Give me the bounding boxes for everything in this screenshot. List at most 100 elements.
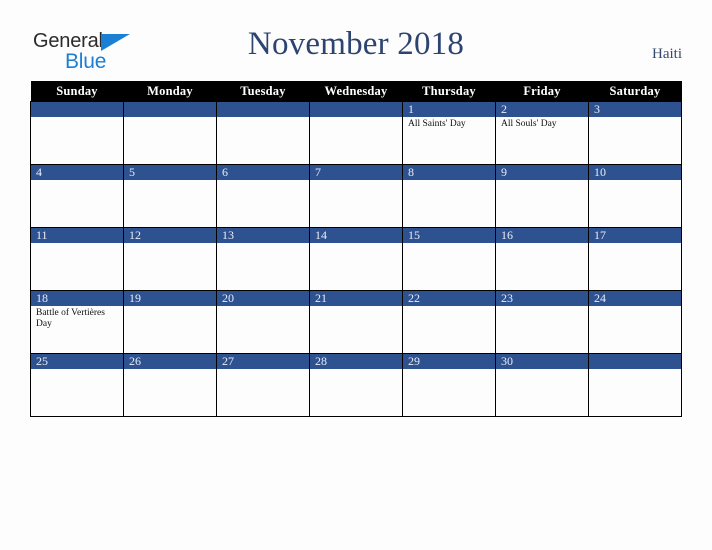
weekday-header-wednesday: Wednesday <box>309 81 403 102</box>
day-number <box>124 102 216 117</box>
month-calendar-grid: Sunday Monday Tuesday Wednesday Thursday… <box>30 81 682 417</box>
calendar-day-cell[interactable]: 29 <box>402 353 496 417</box>
day-number: 24 <box>589 291 681 306</box>
calendar-day-cell[interactable]: 16 <box>495 227 589 291</box>
day-event <box>124 306 216 353</box>
calendar-day-cell[interactable]: 30 <box>495 353 589 417</box>
day-event <box>31 117 123 164</box>
day-event <box>217 117 309 164</box>
day-number <box>310 102 402 117</box>
day-number: 5 <box>124 165 216 180</box>
day-number: 19 <box>124 291 216 306</box>
calendar-day-cell[interactable]: 8 <box>402 164 496 228</box>
day-number: 23 <box>496 291 588 306</box>
day-number: 14 <box>310 228 402 243</box>
weekday-header-saturday: Saturday <box>588 81 682 102</box>
day-event <box>310 369 402 416</box>
calendar-day-cell[interactable]: 22 <box>402 290 496 354</box>
day-number: 18 <box>31 291 123 306</box>
calendar-week-row: 1 All Saints' Day 2 All Souls' Day 3 <box>30 101 682 165</box>
calendar-page: General Blue November 2018 Haiti Sunday … <box>0 0 712 550</box>
day-event <box>496 306 588 353</box>
day-event <box>496 243 588 290</box>
calendar-day-cell[interactable]: 25 <box>30 353 124 417</box>
day-number: 12 <box>124 228 216 243</box>
calendar-day-cell[interactable]: 26 <box>123 353 217 417</box>
page-header: General Blue November 2018 Haiti <box>0 0 712 80</box>
calendar-day-cell[interactable] <box>216 101 310 165</box>
calendar-day-cell[interactable]: 4 <box>30 164 124 228</box>
day-event <box>217 180 309 227</box>
day-event <box>589 306 681 353</box>
calendar-day-cell[interactable]: 18 Battle of Vertières Day <box>30 290 124 354</box>
calendar-day-cell[interactable]: 6 <box>216 164 310 228</box>
weekday-header-friday: Friday <box>495 81 589 102</box>
day-number: 10 <box>589 165 681 180</box>
calendar-day-cell[interactable]: 28 <box>309 353 403 417</box>
day-number: 15 <box>403 228 495 243</box>
day-number: 30 <box>496 354 588 369</box>
day-event <box>589 369 681 416</box>
day-event: All Souls' Day <box>501 119 557 129</box>
day-event <box>496 180 588 227</box>
calendar-day-cell[interactable]: 13 <box>216 227 310 291</box>
calendar-day-cell[interactable]: 1 All Saints' Day <box>402 101 496 165</box>
day-number: 27 <box>217 354 309 369</box>
day-event <box>310 243 402 290</box>
day-event <box>310 306 402 353</box>
day-number: 26 <box>124 354 216 369</box>
day-number <box>31 102 123 117</box>
day-event <box>124 180 216 227</box>
day-number: 1 <box>403 102 495 117</box>
calendar-day-cell[interactable]: 7 <box>309 164 403 228</box>
calendar-day-cell[interactable] <box>123 101 217 165</box>
day-number <box>217 102 309 117</box>
country-label: Haiti <box>652 46 682 62</box>
day-number: 9 <box>496 165 588 180</box>
calendar-day-cell[interactable]: 21 <box>309 290 403 354</box>
calendar-day-cell[interactable]: 23 <box>495 290 589 354</box>
calendar-day-cell[interactable]: 20 <box>216 290 310 354</box>
day-number <box>589 354 681 369</box>
day-event <box>31 243 123 290</box>
day-event <box>124 243 216 290</box>
calendar-day-cell[interactable]: 11 <box>30 227 124 291</box>
calendar-day-cell[interactable]: 15 <box>402 227 496 291</box>
weekday-header-sunday: Sunday <box>30 81 124 102</box>
calendar-body: 1 All Saints' Day 2 All Souls' Day 3 4 5 6… <box>30 101 682 417</box>
day-number: 28 <box>310 354 402 369</box>
day-number: 6 <box>217 165 309 180</box>
calendar-day-cell[interactable]: 19 <box>123 290 217 354</box>
day-event <box>31 180 123 227</box>
calendar-day-cell[interactable] <box>309 101 403 165</box>
day-number: 7 <box>310 165 402 180</box>
calendar-day-cell[interactable]: 2 All Souls' Day <box>495 101 589 165</box>
calendar-day-cell[interactable]: 3 <box>588 101 682 165</box>
calendar-day-cell[interactable] <box>588 353 682 417</box>
calendar-day-cell[interactable] <box>30 101 124 165</box>
calendar-day-cell[interactable]: 10 <box>588 164 682 228</box>
day-event <box>589 180 681 227</box>
calendar-day-cell[interactable]: 27 <box>216 353 310 417</box>
calendar-day-cell[interactable]: 12 <box>123 227 217 291</box>
weekday-header-monday: Monday <box>123 81 217 102</box>
calendar-week-row: 4 5 6 7 8 9 10 <box>30 164 682 228</box>
day-event <box>217 306 309 353</box>
day-event <box>589 243 681 290</box>
calendar-day-cell[interactable]: 5 <box>123 164 217 228</box>
day-number: 17 <box>589 228 681 243</box>
day-event <box>310 117 402 164</box>
calendar-week-row: 25 26 27 28 29 30 <box>30 353 682 417</box>
calendar-week-row: 11 12 13 14 15 16 17 <box>30 227 682 291</box>
weekday-header-row: Sunday Monday Tuesday Wednesday Thursday… <box>30 81 682 102</box>
day-event <box>403 369 495 416</box>
day-event <box>124 369 216 416</box>
day-event <box>217 243 309 290</box>
calendar-day-cell[interactable]: 14 <box>309 227 403 291</box>
calendar-day-cell[interactable]: 9 <box>495 164 589 228</box>
day-event: Battle of Vertières Day <box>36 308 105 329</box>
calendar-day-cell[interactable]: 24 <box>588 290 682 354</box>
day-event <box>310 180 402 227</box>
weekday-header-tuesday: Tuesday <box>216 81 310 102</box>
calendar-day-cell[interactable]: 17 <box>588 227 682 291</box>
